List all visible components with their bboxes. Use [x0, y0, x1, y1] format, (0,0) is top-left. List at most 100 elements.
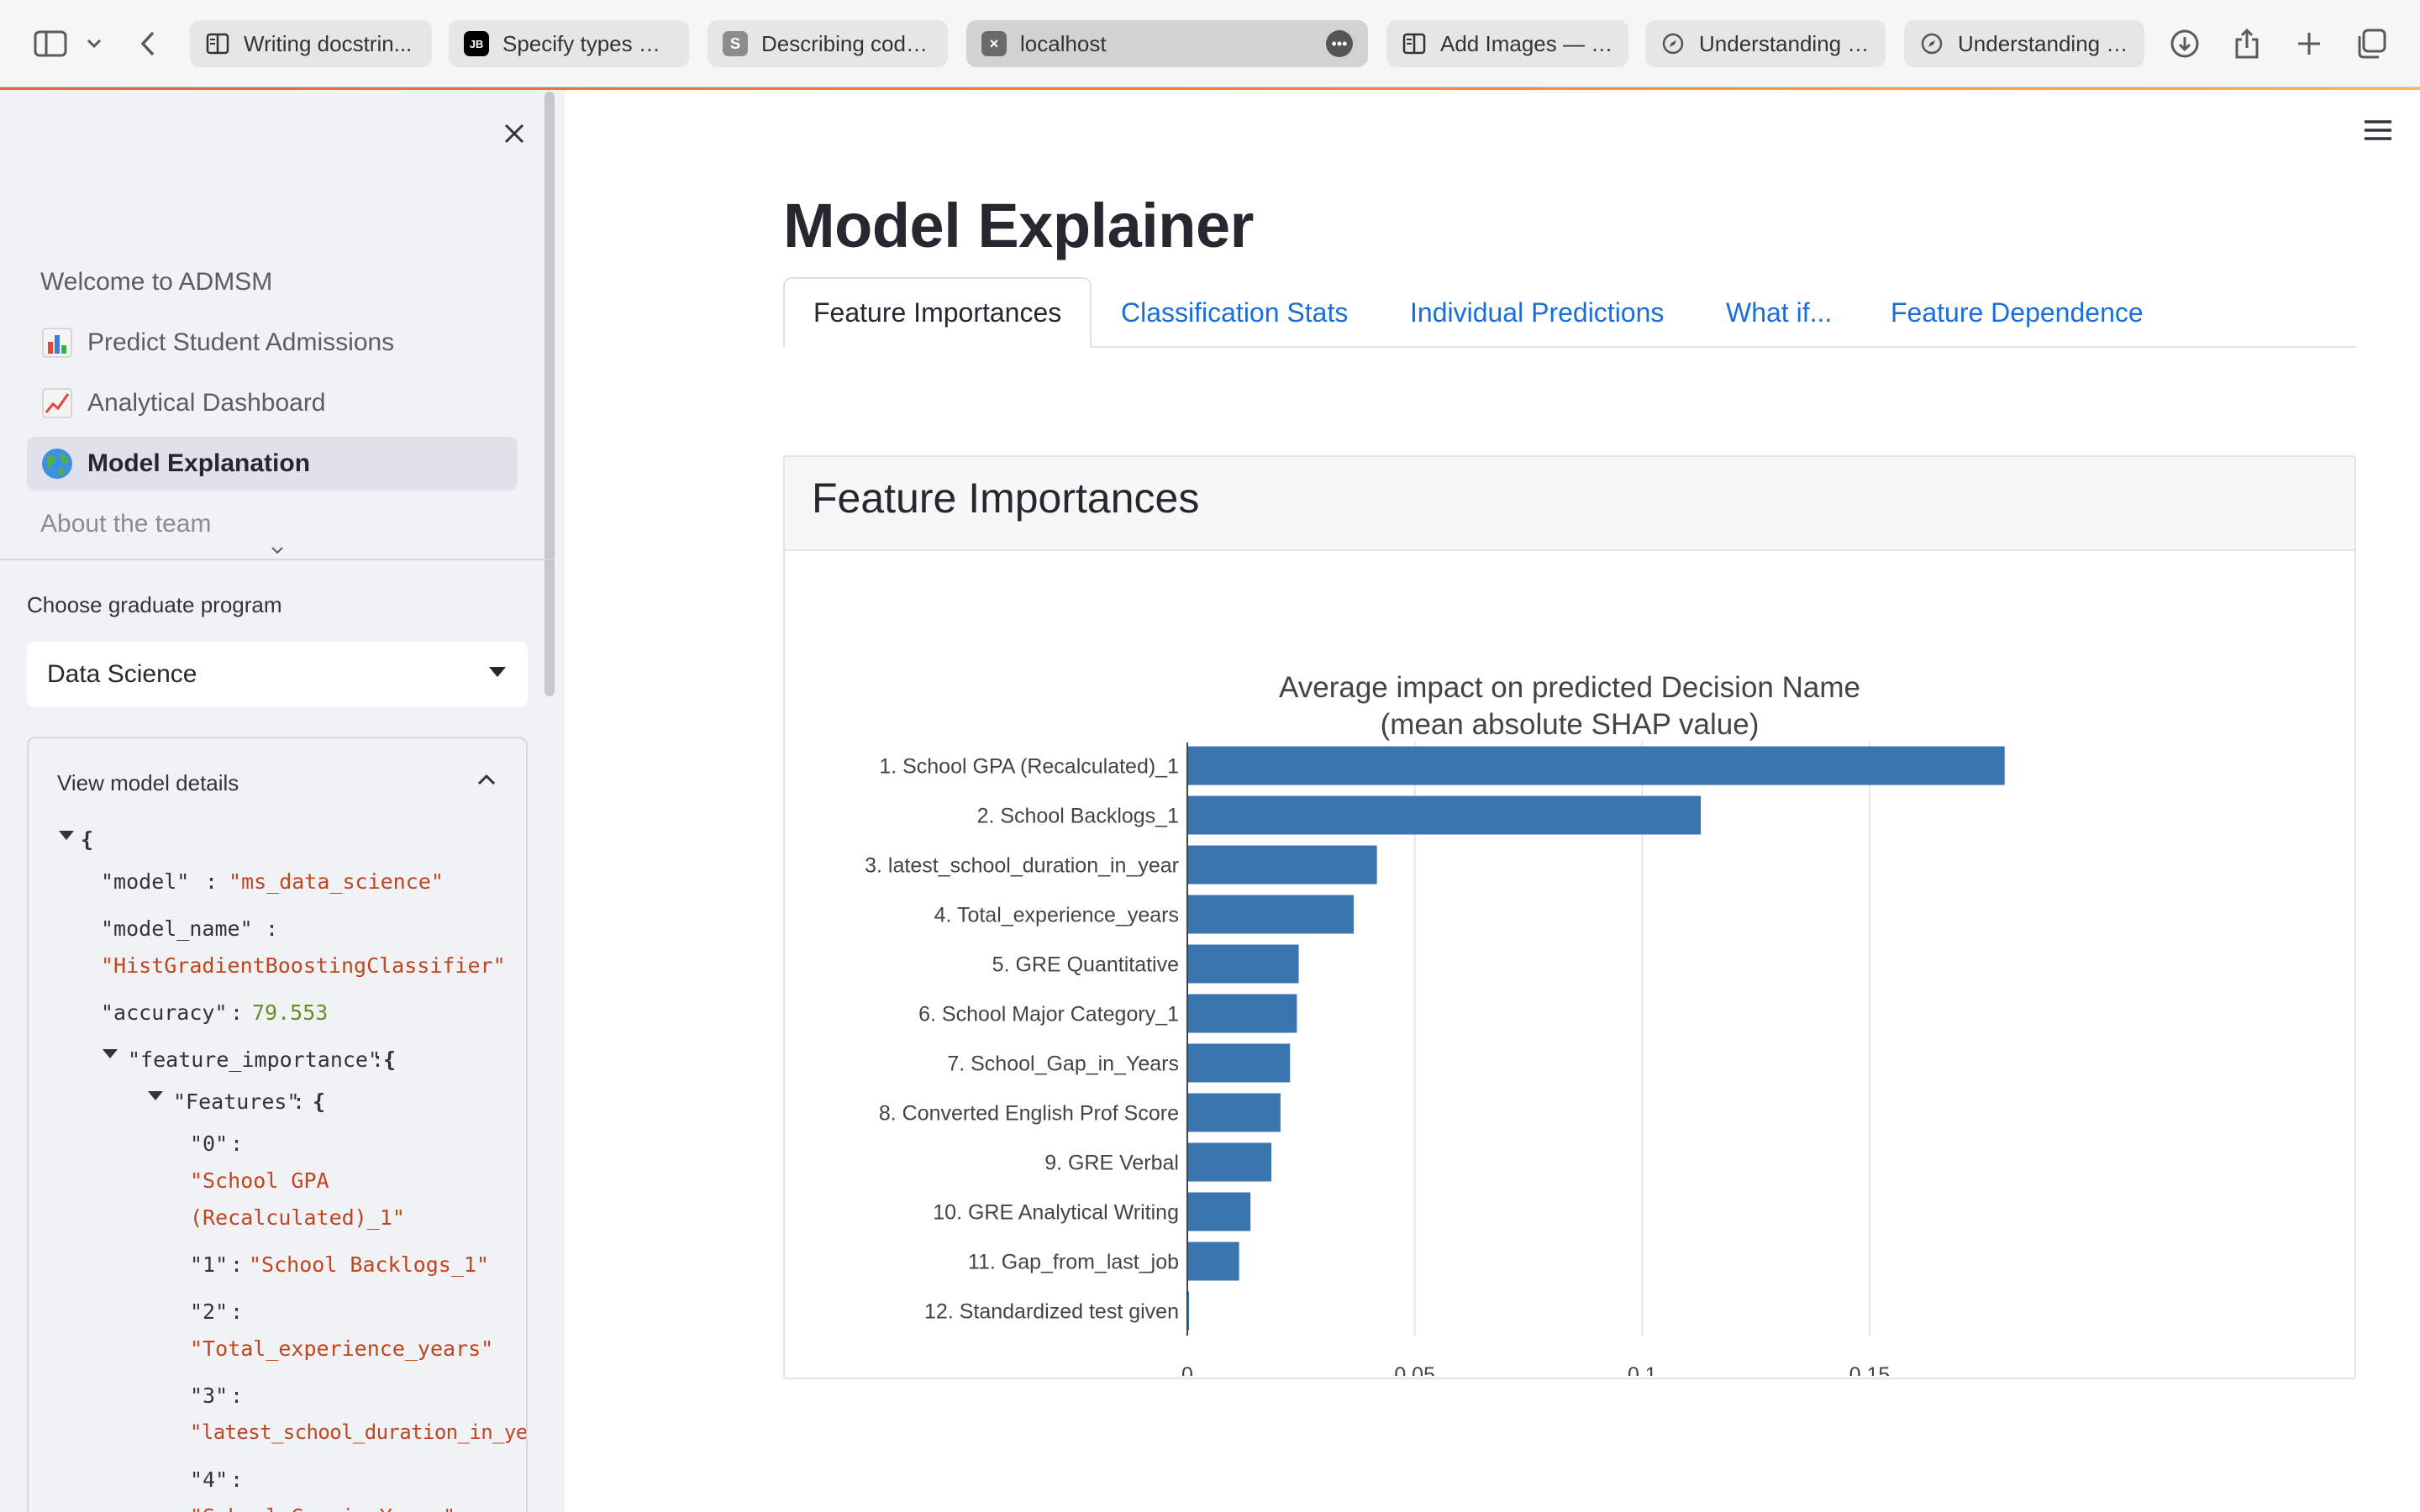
tab-overview-icon[interactable] — [2349, 22, 2393, 66]
chart-bar[interactable] — [1188, 1291, 1190, 1331]
sidebar-toggle-icon[interactable] — [29, 22, 72, 66]
chart-bar[interactable] — [1188, 746, 2005, 785]
s-icon: S — [723, 31, 748, 56]
share-icon[interactable] — [2225, 22, 2269, 66]
chart-category-label: 8. Converted English Prof Score — [879, 1102, 1179, 1126]
close-icon[interactable]: × — [981, 31, 1007, 56]
json-key: "0" — [190, 1131, 229, 1156]
close-sidebar-icon[interactable] — [492, 112, 536, 155]
model-details-expander: View model details { "model" : "ms_data_… — [27, 737, 528, 1512]
browser-tab-writing-docstrings[interactable]: Writing docstrin... — [190, 20, 432, 67]
json-key: "feature_importance" — [128, 1047, 381, 1072]
json-value: "ms_data_science" — [229, 869, 444, 894]
json-colon: : — [230, 1131, 244, 1156]
tab-what-if[interactable]: What if... — [1726, 277, 1832, 348]
nav-label: Analytical Dashboard — [87, 389, 326, 417]
scrollbar-thumb[interactable] — [544, 92, 555, 696]
nav-label: Model Explanation — [87, 449, 311, 477]
chart-category-label: 3. latest_school_duration_in_year — [865, 854, 1179, 878]
expander-header[interactable]: View model details — [57, 770, 239, 796]
tab-label: Understanding t... — [1699, 30, 1870, 56]
browser-tab-understanding-2[interactable]: Understanding t... — [1904, 20, 2144, 67]
chart-subtitle: (mean absolute SHAP value) — [1381, 708, 1760, 741]
json-key: "Features" — [173, 1089, 300, 1114]
chart-bar[interactable] — [1188, 1093, 1281, 1132]
card-header: Feature Importances — [785, 457, 2354, 551]
chart-bars — [1188, 746, 2005, 1331]
json-value: "School_Gap_in_Years" — [190, 1504, 455, 1512]
globe-icon — [40, 447, 74, 480]
json-colon: : — [371, 1047, 385, 1072]
tab-label: Add Images — R... — [1440, 30, 1613, 56]
chart-x-tick-label: 0.15 — [1849, 1363, 1891, 1376]
json-brace: { — [313, 1089, 326, 1114]
page-title: Model Explainer — [783, 191, 1254, 260]
chart-category-label: 1. School GPA (Recalculated)_1 — [879, 755, 1179, 779]
back-icon[interactable] — [126, 22, 170, 66]
feature-importances-card: Feature Importances Average impact on pr… — [783, 455, 2356, 1379]
chart-category-label: 11. Gap_from_last_job — [968, 1251, 1179, 1274]
collapse-toggle-icon[interactable] — [103, 1049, 118, 1058]
browser-tab-describing-code[interactable]: S Describing code... — [708, 20, 948, 67]
sidebar-divider — [0, 559, 555, 560]
browser-tab-understanding-1[interactable]: Understanding t... — [1645, 20, 1886, 67]
chart-bar[interactable] — [1188, 1142, 1272, 1182]
json-value: "latest_school_duration_in_year" — [190, 1420, 528, 1444]
nav-item-welcome[interactable]: Welcome to ADMSM — [27, 255, 518, 309]
chart-bar[interactable] — [1188, 1242, 1239, 1281]
sidebar: Welcome to ADMSM Predict Student Admissi… — [0, 90, 565, 1512]
browser-tab-add-images[interactable]: Add Images — R... — [1386, 20, 1628, 67]
program-select[interactable]: Data Science — [27, 642, 528, 707]
chart-bar[interactable] — [1188, 845, 1377, 885]
tab-classification-stats[interactable]: Classification Stats — [1121, 277, 1348, 348]
browser-tab-specify-types[interactable]: JB Specify types wi... — [449, 20, 689, 67]
chevron-up-icon[interactable] — [474, 767, 501, 794]
nav-label: About the team — [40, 510, 212, 538]
hamburger-menu-icon[interactable] — [2360, 116, 2396, 144]
json-value: "HistGradientBoostingClassifier" — [101, 953, 506, 978]
chart-category-label: 12. Standardized test given — [924, 1300, 1179, 1324]
card-title: Feature Importances — [812, 475, 1200, 522]
browser-tab-localhost[interactable]: × localhost ••• — [966, 20, 1368, 67]
chart-bar[interactable] — [1188, 1043, 1291, 1083]
json-key: "3" — [190, 1383, 229, 1408]
chart-category-label: 4. Total_experience_years — [934, 904, 1179, 927]
tab-feature-importances[interactable]: Feature Importances — [783, 277, 1092, 348]
new-tab-icon[interactable] — [2287, 22, 2331, 66]
chart-category-label: 2. School Backlogs_1 — [977, 805, 1179, 828]
json-value: "School Backlogs_1" — [249, 1252, 489, 1277]
tab-individual-predictions[interactable]: Individual Predictions — [1410, 277, 1664, 348]
json-number: 79.553 — [252, 1000, 329, 1025]
sidebar-scrollbar[interactable] — [544, 90, 555, 696]
json-colon: : — [230, 1000, 244, 1025]
json-colon: : — [205, 869, 218, 894]
tab-feature-dependence[interactable]: Feature Dependence — [1891, 277, 2144, 348]
download-icon[interactable] — [2163, 22, 2207, 66]
book-icon — [205, 31, 230, 56]
chart-bar[interactable] — [1188, 895, 1355, 934]
json-value: "Total_experience_years" — [190, 1336, 494, 1361]
chart-bar[interactable] — [1188, 944, 1299, 984]
json-value: "School GPA — [190, 1168, 329, 1193]
line-chart-icon — [40, 386, 74, 420]
tab-label: Describing code... — [761, 30, 933, 56]
chart-bar[interactable] — [1188, 1192, 1251, 1231]
chevron-down-icon[interactable] — [271, 543, 284, 559]
more-icon[interactable]: ••• — [1326, 30, 1353, 57]
collapse-toggle-icon[interactable] — [148, 1091, 163, 1100]
collapse-toggle-icon[interactable] — [59, 831, 74, 840]
json-colon: : — [292, 1089, 306, 1114]
chart-bar[interactable] — [1188, 795, 1702, 835]
chevron-down-icon[interactable] — [77, 22, 111, 66]
nav-item-predict-admissions[interactable]: Predict Student Admissions — [27, 316, 518, 370]
chart-bar[interactable] — [1188, 994, 1297, 1033]
compass-icon — [1660, 31, 1686, 56]
caret-down-icon — [489, 667, 506, 677]
json-key: "accuracy" — [101, 1000, 228, 1025]
json-value: (Recalculated)_1" — [190, 1205, 405, 1230]
chart-title: Average impact on predicted Decision Nam… — [1279, 671, 1860, 704]
nav-item-model-explanation[interactable]: Model Explanation — [27, 437, 518, 491]
nav-item-analytical-dashboard[interactable]: Analytical Dashboard — [27, 376, 518, 430]
json-key: "1" — [190, 1252, 229, 1277]
bar-chart-icon — [40, 326, 74, 360]
